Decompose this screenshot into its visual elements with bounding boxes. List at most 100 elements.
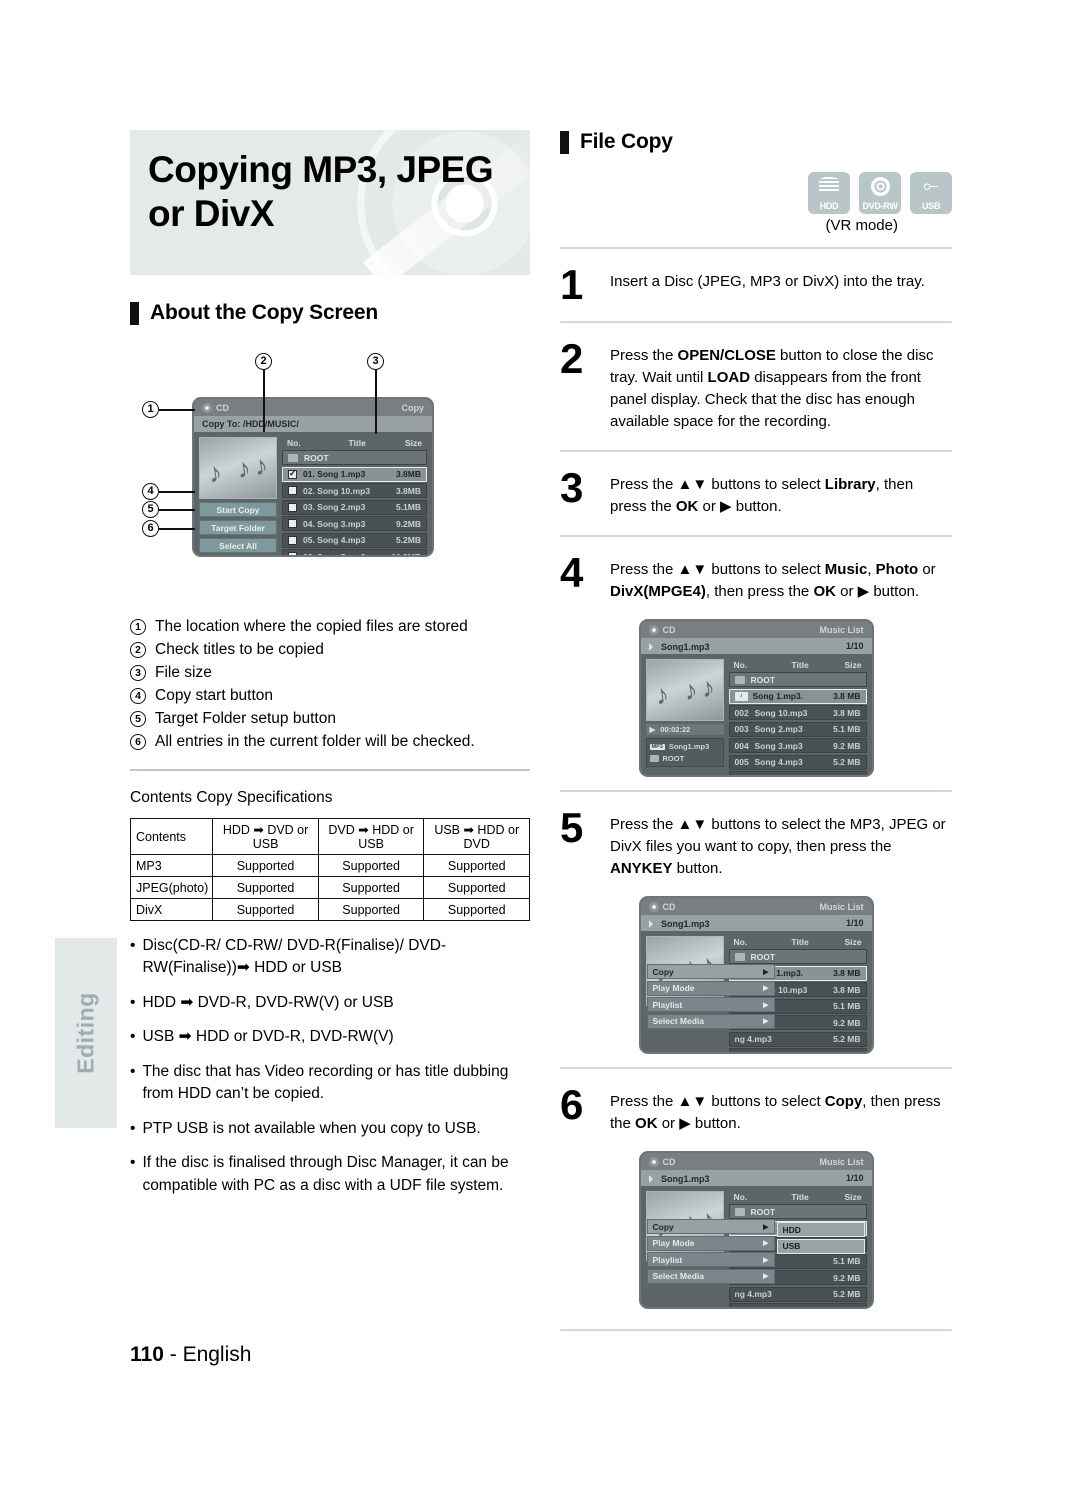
start-copy-button[interactable]: Start Copy [199,502,277,517]
cell-value: Supported [423,898,530,921]
anykey-popup-menu[interactable]: Copy ▶ Play Mode ▶ Playlist ▶ Select Media ▶ [646,964,775,1030]
callout-5-leader [159,509,195,511]
page-footer: 110 - English [130,1343,252,1366]
table-row[interactable]: 05. Song 4.mp3 5.2MB [282,532,427,548]
scroll-down-icon[interactable]: ▼ [852,1051,860,1053]
menu-item-playlist[interactable]: Playlist ▶ [646,1252,775,1268]
chevron-right-icon: ▶ [763,985,769,993]
chevron-right-icon: ▶ [763,1001,769,1009]
list-item-root[interactable]: ROOT [728,1204,867,1220]
list-item-root[interactable]: ROOT [728,949,867,965]
table-row[interactable]: ng 4.mp3 5.2 MB [728,1031,867,1047]
menu-item-select-media[interactable]: Select Media ▶ [646,1013,775,1029]
list-item-size: 9.2MB [395,518,421,529]
table-row[interactable]: 03. Song 2.mp3 5.1MB [282,499,427,515]
submenu-item-usb[interactable]: USB [776,1238,865,1254]
now-playing-bar: Song1.mp3 1/10 [640,1170,872,1187]
table-row[interactable]: ng 4.mp3 5.2 MB [728,1286,867,1302]
column-no: No. [733,937,748,948]
menu-item-copy[interactable]: Copy ▶ [646,964,775,980]
usb-caption: USB [921,201,941,211]
track-counter: 1/10 [845,1173,864,1184]
chevron-right-icon: ▶ [763,1223,769,1231]
menu-item-playlist[interactable]: Playlist ▶ [646,997,775,1013]
list-item-title: 01. Song 1.mp3 [303,469,366,479]
table-row[interactable]: 005 Song 4.mp3 5.2 MB [728,754,867,770]
source-label: CD [662,901,676,912]
music-file-list[interactable]: No. Title Size ROOT ♪ Song 1.mp3. 3.8 MB [728,659,867,776]
column-size: Size [404,438,422,448]
list-item-size: 5.1 MB [833,724,861,735]
spec-table-title: Contents Copy Specifications [130,789,333,806]
step-1: 1 Insert a Disc (JPEG, MP3 or DivX) into… [560,262,952,308]
checkbox-icon[interactable] [288,519,297,528]
column-title: Title [791,937,809,948]
table-row[interactable]: 06. Song 5.mp3 10.3MB [282,549,427,555]
copy-destination-submenu[interactable]: HDD USB [776,1222,865,1255]
contents-copy-table: Contents HDD ➡ DVD or USB DVD ➡ HDD or U… [129,818,530,921]
anykey-popup-menu[interactable]: Copy ▶ Play Mode ▶ Playlist ▶ Select Media ▶ [646,1219,775,1285]
menu-item-play-mode[interactable]: Play Mode ▶ [646,1235,775,1251]
table-row[interactable]: ng 5.mp3 10.3 MB ▼ [728,1303,867,1308]
target-folder-button[interactable]: Target Folder [199,520,277,535]
list-item-no: 006 [735,774,755,776]
select-all-button[interactable]: Select All [199,538,277,553]
chevron-right-icon: ▶ [763,968,769,976]
screen-title: Music List [819,1156,864,1167]
callout-1: 1 [142,401,159,418]
table-row[interactable]: ♪ Song 1.mp3. 3.8 MB [728,688,867,704]
menu-item-play-mode[interactable]: Play Mode ▶ [646,980,775,996]
scroll-down-icon[interactable]: ▼ [852,774,860,776]
file-list-header: No. Title Size [729,1191,867,1204]
legend-number: 6 [130,734,146,750]
left-column: Copying MP3, JPEG or DivX About the Copy… [129,130,530,1209]
checkbox-icon[interactable] [288,486,297,495]
list-item-size: 3.8 MB [833,691,861,702]
divider [560,320,952,323]
checkbox-icon[interactable] [288,535,297,545]
menu-item-select-media[interactable]: Select Media ▶ [646,1268,775,1284]
source-label: CD [662,1156,676,1167]
music-list-figure-1: CD Music List Song1.mp3 1/10 ▶ 00:02:22 [560,619,952,778]
table-row[interactable]: 04. Song 3.mp3 9.2MB [282,516,427,531]
list-item-size: 3.8 MB [833,707,861,718]
list-item-no: 002 [734,707,749,718]
checkbox-icon[interactable] [288,468,297,479]
cell-value: Supported [423,854,530,877]
scroll-down-icon[interactable]: ▼ [852,1306,860,1308]
now-playing-label: Song1.mp3 [661,641,710,652]
page-language: English [182,1343,252,1366]
column-title: Title [791,1192,809,1203]
submenu-item-hdd[interactable]: HDD [776,1222,865,1238]
table-row[interactable]: 006 Song 5.mp3 10.3 MB ▼ [728,771,867,776]
table-row[interactable]: 01. Song 1.mp3 3.8MB [282,466,427,482]
list-item-root[interactable]: ROOT [728,672,867,688]
legend-text: All entries in the current folder will b… [155,733,475,750]
now-playing-bar: Song1.mp3 1/10 [640,638,872,655]
music-list-screen-1: CD Music List Song1.mp3 1/10 ▶ 00:02:22 [638,619,874,778]
checkbox-icon[interactable] [288,502,297,512]
step-5: 5 Press the ▲▼ buttons to select the MP3… [560,805,952,884]
right-column: File Copy HDD DVD-RW ⟜ USB (VR mode) 1 I… [560,130,952,1344]
list-item-size: 10.3 MB [817,774,849,776]
cell-value: Supported [423,876,530,899]
file-list[interactable]: No. Title Size ROOT 01. Song 1.mp3 3.8MB [282,437,427,555]
table-row[interactable]: ng 5.mp3 10.3 MB ▼ [728,1048,867,1053]
dvd-rw-icon: DVD-RW [859,172,901,214]
step-number: 4 [560,549,583,597]
table-row: DivX Supported Supported Supported [129,898,530,921]
column-no: No. [287,438,301,448]
submenu-item-label: USB [782,1241,801,1252]
table-row[interactable]: 002 Song 10.mp3 3.8 MB [728,705,867,721]
table-row[interactable]: 003 Song 2.mp3 5.1 MB [728,721,867,737]
divider [560,1067,952,1070]
bullet-icon: • [130,1154,136,1172]
menu-item-label: Play Mode [652,1238,695,1249]
checkbox-icon[interactable] [288,552,297,555]
menu-item-copy[interactable]: Copy ▶ [646,1219,775,1235]
bullet-text: The disc that has Video recording or has… [142,1062,509,1103]
table-row[interactable]: 004 Song 3.mp3 9.2 MB [728,738,867,754]
list-item-size: 9.2 MB [833,1272,861,1283]
list-item-root[interactable]: ROOT [282,450,427,465]
table-row[interactable]: 02. Song 10.mp3 3.8MB [282,483,427,498]
